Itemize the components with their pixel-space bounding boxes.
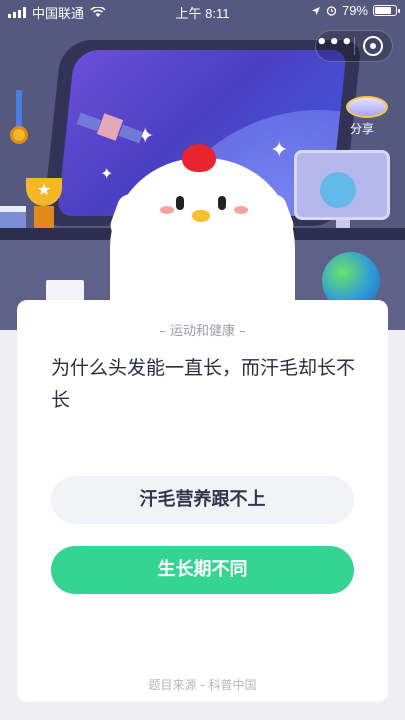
battery-icon (373, 5, 400, 16)
battery-tip (398, 9, 400, 13)
location-icon (311, 6, 320, 15)
alien-icon (320, 172, 356, 208)
share-ufo-icon[interactable] (346, 96, 388, 118)
battery-percent: 79% (341, 3, 368, 18)
books-icon (0, 206, 26, 228)
chicken-eye-right (218, 196, 226, 210)
medal-icon (10, 126, 28, 144)
medal-strap (16, 90, 22, 130)
category-label: – 运动和健康 – (17, 320, 388, 339)
question-text: 为什么头发能一直长，而汗毛却长不长 (51, 357, 356, 411)
chicken-eye-left (176, 196, 184, 210)
chicken-cheek-left (160, 206, 174, 214)
category-text: 运动和健康 (169, 324, 235, 339)
satellite-icon (76, 112, 144, 144)
sparkle-icon: ✦ (270, 138, 289, 163)
answer-option-1[interactable]: 汗毛营养跟不上 (51, 476, 354, 524)
sparkle-icon: ✦ (100, 164, 114, 183)
ellipsis-icon: ••• (316, 32, 354, 53)
question-card: – 运动和健康 – 为什么头发能一直长，而汗毛却长不长 汗毛营养跟不上 生长期不… (17, 300, 388, 702)
more-button[interactable]: ••• (316, 30, 354, 62)
trophy-base (34, 206, 54, 228)
question-source: 题目来源 - 科普中国 (148, 678, 257, 692)
close-button[interactable] (355, 30, 393, 62)
answer-option-2[interactable]: 生长期不同 (51, 546, 354, 594)
category-dash-right: – (235, 324, 246, 339)
battery-fill (375, 7, 391, 14)
status-right: 79% (311, 3, 400, 18)
miniprogram-capsule: ••• (315, 30, 393, 62)
status-bar: 中国联通 上午 8:11 79% (0, 0, 405, 22)
close-circle-icon (363, 36, 384, 56)
chicken-beak (192, 210, 210, 222)
chicken-comb (182, 144, 216, 172)
alarm-icon (326, 6, 337, 16)
share-button[interactable]: 分享 (350, 120, 374, 137)
chicken-cheek-right (234, 206, 248, 214)
category-dash-left: – (159, 324, 170, 339)
star-icon: ★ (36, 180, 52, 199)
